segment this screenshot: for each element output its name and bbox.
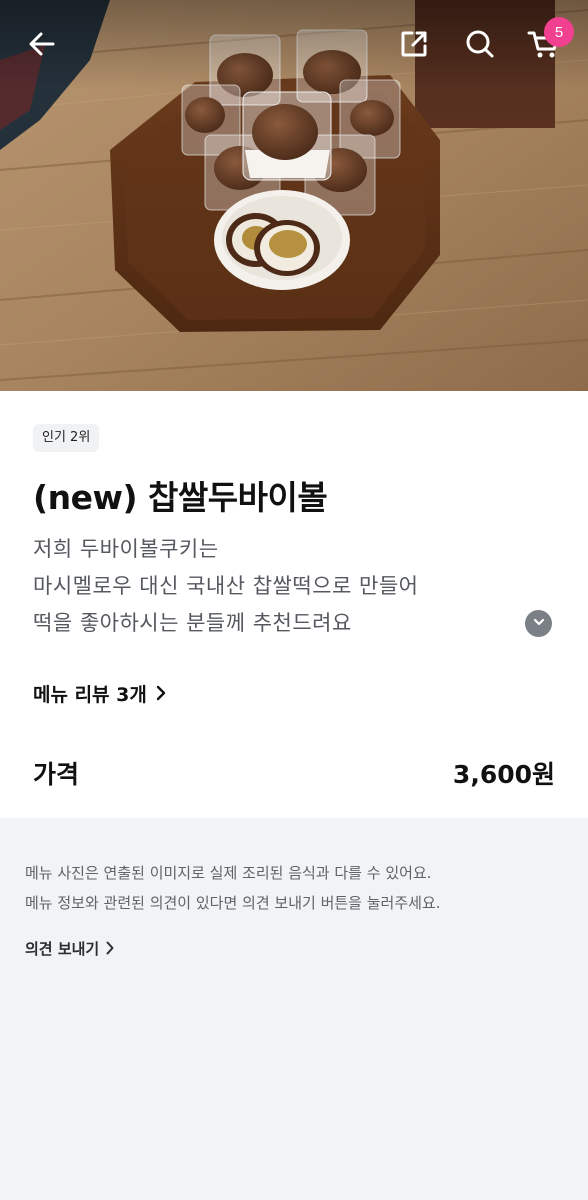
description-line: 저희 두바이볼쿠키는 (33, 537, 219, 561)
send-feedback-link[interactable]: 의견 보내기 (25, 934, 115, 962)
chevron-down-icon (532, 614, 546, 633)
chevron-right-icon (105, 940, 115, 956)
popularity-badge: 인기 2위 (33, 424, 100, 452)
search-icon (464, 28, 496, 64)
share-button[interactable] (390, 22, 438, 70)
chevron-right-icon (155, 684, 167, 702)
description-line: 마시멜로우 대신 국내산 찹쌀떡으로 만들어 (33, 574, 419, 598)
description-line: 떡을 좋아하시는 분들께 추천드려요 (33, 611, 352, 635)
expand-description-button[interactable] (525, 610, 552, 637)
product-title: (new) 찹쌀두바이볼 (33, 478, 328, 517)
share-icon (399, 29, 429, 63)
menu-review-label: 메뉴 리뷰 3개 (33, 683, 147, 706)
menu-notice: 메뉴 사진은 연출된 이미지로 실제 조리된 음식과 다를 수 있어요. 메뉴 … (25, 858, 565, 918)
menu-review-link[interactable]: 메뉴 리뷰 3개 (33, 679, 167, 707)
product-description: 저희 두바이볼쿠키는 마시멜로우 대신 국내산 찹쌀떡으로 만들어 떡을 좋아하… (33, 531, 503, 642)
top-bar: 5 (0, 0, 588, 92)
price-label: 가격 (33, 760, 80, 789)
price-row: 가격 3,600원 (33, 753, 555, 793)
arrow-left-icon (27, 29, 57, 63)
product-info-card: 인기 2위 (new) 찹쌀두바이볼 저희 두바이볼쿠키는 마시멜로우 대신 국… (0, 391, 588, 818)
cart-count-badge: 5 (544, 17, 574, 47)
notice-line: 메뉴 정보와 관련된 의견이 있다면 의견 보내기 버튼을 눌러주세요. (25, 894, 441, 912)
notice-line: 메뉴 사진은 연출된 이미지로 실제 조리된 음식과 다를 수 있어요. (25, 864, 432, 882)
send-feedback-label: 의견 보내기 (25, 939, 100, 958)
price-value: 3,600원 (452, 760, 555, 789)
back-button[interactable] (18, 22, 66, 70)
search-button[interactable] (456, 22, 504, 70)
